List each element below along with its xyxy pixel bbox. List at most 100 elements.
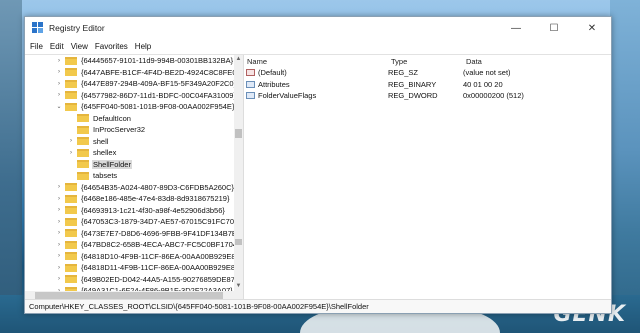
column-header-name[interactable]: Name bbox=[244, 57, 391, 66]
value-name: FolderValueFlags bbox=[258, 91, 317, 101]
folder-icon bbox=[65, 79, 77, 88]
tree-item[interactable]: › {64445657-9101-11d9-994B-00301BB132BA} bbox=[25, 55, 243, 67]
tree-expander-icon[interactable]: › bbox=[55, 69, 63, 75]
maximize-button[interactable]: ☐ bbox=[535, 17, 573, 39]
status-path: Computer\HKEY_CLASSES_ROOT\CLSID\{645FF0… bbox=[29, 302, 369, 311]
tree-item-label: {64577982-86D7-11d1-BDFC-00C04FA31009} bbox=[81, 90, 236, 100]
column-header-data[interactable]: Data bbox=[466, 57, 606, 66]
tree-item-label: {649B02ED-D042-44A5-A155-90276859DE87} bbox=[81, 274, 238, 284]
values-pane[interactable]: Name Type Data (Default) REG_SZ (value not… bbox=[244, 55, 611, 300]
folder-icon bbox=[65, 68, 77, 77]
tree-item[interactable]: › {6473E7E7-D8D6-4696-9FBB-9F41DF134B7B} bbox=[25, 228, 243, 240]
value-type: REG_DWORD bbox=[388, 91, 438, 101]
tree-item-label: shell bbox=[93, 136, 109, 146]
tree-item[interactable]: › {64818D10-4F9B-11CF-86EA-00AA00B929E8} bbox=[25, 251, 243, 263]
tree-hscroll-thumb[interactable] bbox=[35, 292, 223, 299]
value-data: 0x00000200 (512) bbox=[463, 91, 524, 101]
value-row[interactable]: (Default) REG_SZ (value not set) bbox=[244, 67, 611, 79]
tree-expander-icon[interactable]: › bbox=[67, 150, 75, 156]
value-name-cell: FolderValueFlags bbox=[244, 91, 388, 100]
tree-scroll-thumb[interactable] bbox=[235, 129, 242, 138]
tree-item[interactable]: › {6468e186-485e-47e4-83d8-8d9318675219} bbox=[25, 193, 243, 205]
tree-item[interactable]: › {649B02ED-D042-44A5-A155-90276859DE87} bbox=[25, 274, 243, 286]
tree-item[interactable]: › {6447ABFE-B1CF-4F4D-BE2D-4924C8C8FE0} bbox=[25, 67, 243, 79]
tree-item[interactable]: ⌄ {645FF040-5081-101B-9F08-00AA002F954E} bbox=[25, 101, 243, 113]
tree-expander-icon[interactable]: › bbox=[55, 81, 63, 87]
window-title: Registry Editor bbox=[49, 23, 105, 33]
tree-vertical-scrollbar[interactable]: ▲ ▼ bbox=[234, 55, 243, 300]
tree-item[interactable]: ShellFolder bbox=[25, 159, 243, 171]
string-value-icon bbox=[246, 69, 255, 77]
tree-item-label: ShellFolder bbox=[92, 159, 132, 169]
value-name: Attributes bbox=[258, 79, 290, 89]
folder-icon bbox=[65, 102, 77, 111]
tree-expander-icon[interactable]: › bbox=[55, 184, 63, 190]
tree-expander-icon[interactable]: › bbox=[55, 242, 63, 248]
status-bar: Computer\HKEY_CLASSES_ROOT\CLSID\{645FF0… bbox=[25, 299, 611, 313]
folder-icon bbox=[65, 217, 77, 226]
tree-item[interactable]: InProcServer32 bbox=[25, 124, 243, 136]
values-header: Name Type Data bbox=[244, 55, 611, 67]
tree-item-label: {64818D10-4F9B-11CF-86EA-00AA00B929E8} bbox=[81, 251, 239, 261]
folder-icon bbox=[77, 125, 89, 134]
tree-expander-icon[interactable]: › bbox=[55, 219, 63, 225]
registry-key-tree[interactable]: › {64445657-9101-11d9-994B-00301BB132BA} ›… bbox=[25, 55, 244, 300]
tree-expander-icon[interactable]: › bbox=[55, 92, 63, 98]
folder-icon bbox=[77, 137, 89, 146]
value-name: (Default) bbox=[258, 68, 287, 78]
tree-item[interactable]: › shell bbox=[25, 136, 243, 148]
tree-item[interactable]: › {647053C3-1879-34D7-AE57-67015C91FC70} bbox=[25, 216, 243, 228]
tree-item[interactable]: › shellex bbox=[25, 147, 243, 159]
tree-expander-icon[interactable]: › bbox=[55, 230, 63, 236]
tree-expander-icon[interactable]: › bbox=[55, 196, 63, 202]
tree-expander-icon[interactable]: › bbox=[67, 138, 75, 144]
tree-expander-icon[interactable]: › bbox=[55, 265, 63, 271]
scroll-up-arrow-icon[interactable]: ▲ bbox=[234, 55, 243, 64]
menu-edit[interactable]: Edit bbox=[50, 42, 64, 51]
title-bar[interactable]: Registry Editor — ☐ ✕ bbox=[25, 17, 611, 39]
tree-expander-icon[interactable]: › bbox=[55, 207, 63, 213]
menu-bar: File Edit View Favorites Help bbox=[25, 39, 611, 54]
registry-editor-app-icon bbox=[32, 22, 44, 34]
value-row[interactable]: FolderValueFlags REG_DWORD 0x00000200 (512… bbox=[244, 90, 611, 102]
tree-item[interactable]: tabsets bbox=[25, 170, 243, 182]
menu-help[interactable]: Help bbox=[135, 42, 151, 51]
tree-item[interactable]: › {64577982-86D7-11d1-BDFC-00C04FA31009} bbox=[25, 90, 243, 102]
tree-item-label: {645FF040-5081-101B-9F08-00AA002F954E} bbox=[81, 102, 235, 112]
tree-item[interactable]: DefaultIcon bbox=[25, 113, 243, 125]
tree-item[interactable]: › {6447E897-294B-409A-BF15-5F349A20F2C0} bbox=[25, 78, 243, 90]
value-type: REG_BINARY bbox=[388, 79, 437, 89]
value-type: REG_SZ bbox=[388, 68, 419, 78]
tree-item-label: {64818D11-4F9B-11CF-86EA-00AA00B929E8} bbox=[81, 263, 238, 273]
folder-icon bbox=[65, 194, 77, 203]
desktop-background-right bbox=[610, 0, 640, 333]
column-header-type[interactable]: Type bbox=[391, 57, 466, 66]
registry-editor-window: Registry Editor — ☐ ✕ File Edit View Fav… bbox=[24, 16, 612, 314]
close-button[interactable]: ✕ bbox=[573, 17, 611, 39]
tree-scroll-thumb-secondary[interactable] bbox=[235, 239, 242, 245]
folder-icon bbox=[65, 263, 77, 272]
tree-item[interactable]: › {64693913-1c21-4f30-a98f-4e52906d3b56} bbox=[25, 205, 243, 217]
tree-item[interactable]: › {647BD8C2-658B-4ECA-ABC7-FC5C0BF1704} bbox=[25, 239, 243, 251]
tree-item[interactable]: › {64818D11-4F9B-11CF-86EA-00AA00B929E8} bbox=[25, 262, 243, 274]
tree-item[interactable]: › {64654B35-A024-4807-89D3-C6FDB5A260C} bbox=[25, 182, 243, 194]
value-name-cell: (Default) bbox=[244, 68, 388, 77]
menu-file[interactable]: File bbox=[30, 42, 43, 51]
tree-item-label: {64445657-9101-11d9-994B-00301BB132BA} bbox=[81, 56, 234, 66]
minimize-button[interactable]: — bbox=[497, 17, 535, 39]
tree-item-label: {647053C3-1879-34D7-AE57-67015C91FC70} bbox=[81, 217, 237, 227]
tree-expander-icon[interactable]: › bbox=[55, 276, 63, 282]
scroll-down-arrow-icon[interactable]: ▼ bbox=[234, 282, 243, 291]
menu-view[interactable]: View bbox=[71, 42, 88, 51]
folder-icon bbox=[77, 148, 89, 157]
tree-item-label: {6473E7E7-D8D6-4696-9FBB-9F41DF134B7B} bbox=[81, 228, 240, 238]
value-data: (value not set) bbox=[463, 68, 511, 78]
tree-item-label: InProcServer32 bbox=[93, 125, 146, 135]
tree-expander-icon[interactable]: ⌄ bbox=[55, 103, 63, 110]
value-row[interactable]: Attributes REG_BINARY 40 01 00 20 bbox=[244, 79, 611, 91]
menu-favorites[interactable]: Favorites bbox=[95, 42, 128, 51]
binary-value-icon bbox=[246, 80, 255, 88]
tree-expander-icon[interactable]: › bbox=[55, 58, 63, 64]
tree-expander-icon[interactable]: › bbox=[55, 253, 63, 259]
tree-item-label: {6447ABFE-B1CF-4F4D-BE2D-4924C8C8FE0} bbox=[81, 67, 239, 77]
